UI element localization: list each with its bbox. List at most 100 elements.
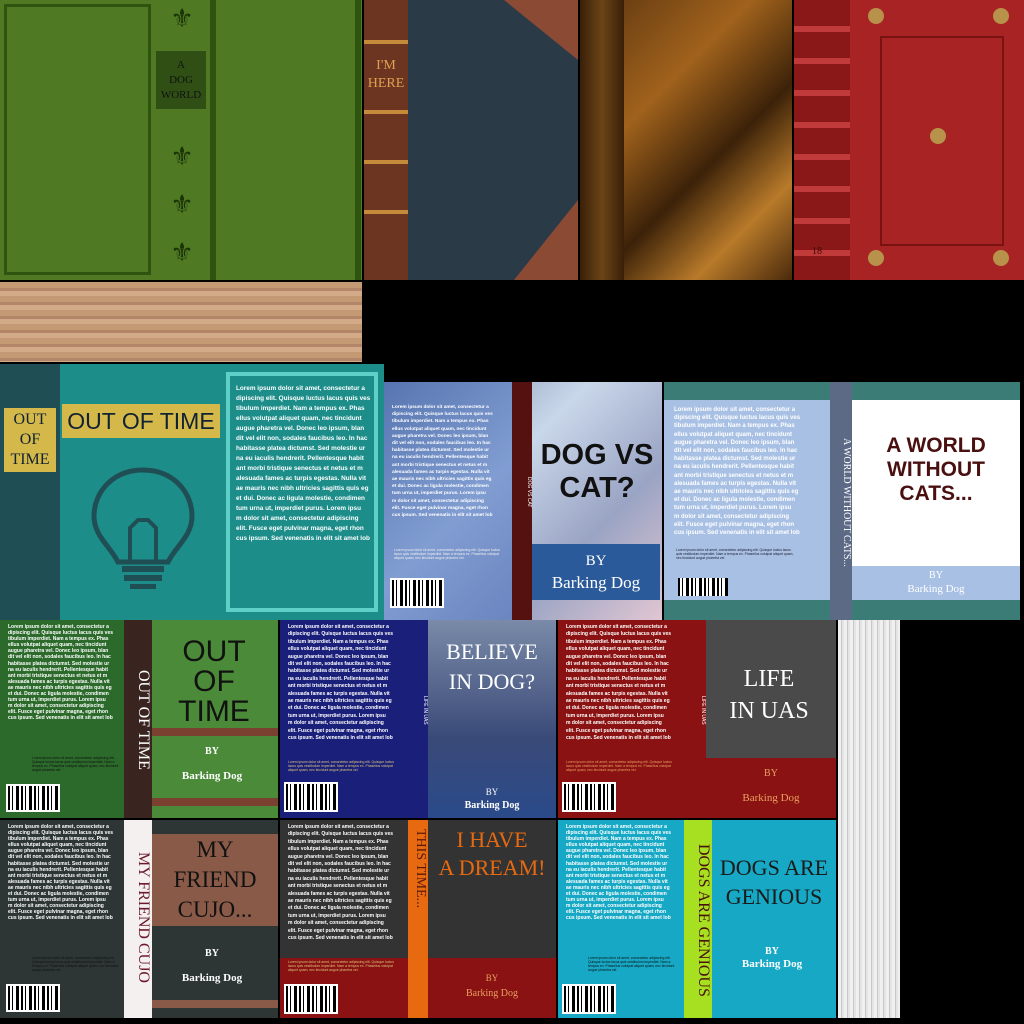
barcode: [6, 984, 60, 1012]
cover-out-of-time-small: Lorem ipsum dolor sit amet, consectetur …: [0, 620, 278, 818]
red-book-cover: 18: [794, 0, 1024, 280]
author-by: BY: [764, 767, 778, 779]
cover-i-have-a-dream: Lorem ipsum dolor sit amet, consectetur …: [280, 820, 556, 1018]
author-name: Barking Dog: [464, 799, 520, 811]
spine-band: [364, 110, 408, 114]
back-cover-panel: Lorem ipsum dolor sit amet, consectetur …: [558, 620, 688, 818]
cover-band: [152, 728, 278, 736]
fleur-de-lis-icon: ⚜: [170, 142, 194, 171]
leather-book-spine: [580, 0, 624, 280]
back-cover-text: Lorem ipsum dolor sit amet, consectetur …: [392, 405, 493, 519]
author-name: Barking Dog: [466, 987, 518, 999]
brass-stud-icon: [868, 8, 884, 24]
author-name: Barking Dog: [551, 573, 641, 592]
back-cover-panel: Lorem ipsum dolor sit amet, consectetur …: [384, 382, 512, 620]
fleur-de-lis-icon: ⚜: [170, 4, 194, 33]
cover-spine: LIFE IN UAS: [408, 620, 428, 818]
small-print: Lorem ipsum dolor sit amet, consectetur …: [32, 756, 119, 772]
small-print: Lorem ipsum dolor sit amet, consectetur …: [588, 956, 675, 972]
back-cover-panel: Lorem ipsum dolor sit amet, consectetur …: [0, 620, 124, 818]
back-cover-text: Lorem ipsum dolor sit amet, consectetur …: [566, 824, 672, 922]
author-name: Barking Dog: [181, 770, 243, 782]
spine-band: [364, 210, 408, 214]
back-cover-frame: Lorem ipsum dolor sit amet, consectetur …: [226, 372, 378, 612]
brass-stud-icon: [930, 128, 946, 144]
back-cover-text: Lorem ipsum dolor sit amet, consectetur …: [236, 385, 371, 542]
cover-spine: LIFE IN UAS: [688, 620, 706, 818]
brass-stud-icon: [993, 250, 1009, 266]
brass-stud-icon: [993, 8, 1009, 24]
author-name: Barking Dog: [741, 958, 803, 970]
leather-book-cover: [580, 0, 792, 280]
cover-band: [152, 1000, 278, 1008]
cover-title: MY FRIEND CUJO...: [173, 837, 257, 922]
back-cover-text: Lorem ipsum dolor sit amet, consectetur …: [674, 407, 801, 536]
cover-title: BELIEVE IN DOG?: [446, 639, 538, 694]
cover-title: DOGS ARE GENIOUS: [719, 855, 829, 909]
spine-title: THIS TIME...: [413, 829, 428, 909]
green-book-spine-ridge: [355, 0, 361, 280]
red-book-spine: [794, 0, 850, 280]
back-cover-text: Lorem ipsum dolor sit amet, consectetur …: [8, 624, 114, 722]
fleur-de-lis-icon: ⚜: [170, 238, 194, 267]
small-print: Lorem ipsum dolor sit amet, consectetur …: [676, 548, 794, 560]
green-book-title: A DOG WORLD: [156, 51, 206, 109]
cover-title: A WORLD WITHOUT CATS...: [886, 434, 986, 505]
barcode: [562, 782, 616, 812]
fleur-de-lis-icon: ⚜: [170, 190, 194, 219]
cover-dogs-are-genious: Lorem ipsum dolor sit amet, consectetur …: [558, 820, 836, 1018]
cover-dog-vs-cat: Lorem ipsum dolor sit amet, consectetur …: [384, 382, 662, 620]
author-by: BY: [485, 973, 499, 983]
barcode: [284, 782, 338, 812]
red-book-number: 18: [812, 246, 822, 257]
back-cover-panel: Lorem ipsum dolor sit amet, consectetur …: [664, 400, 830, 600]
spine-title: OUT OF TIME: [135, 670, 152, 770]
navy-book-corner: [504, 0, 578, 60]
navy-book-cover: I'M HERE: [364, 0, 578, 280]
author-by: BY: [585, 552, 607, 569]
barcode: [6, 784, 60, 812]
cover-spine: DOG VS CAT: [512, 382, 532, 620]
cover-my-friend-cujo: Lorem ipsum dolor sit amet, consectetur …: [0, 820, 278, 1018]
cover-spine: DOGS ARE GENIOUS: [684, 820, 712, 1018]
cover-band: [152, 798, 278, 806]
author-panel: BY Barking Dog: [532, 544, 660, 600]
author-name: Barking Dog: [907, 583, 965, 595]
cover-title: LIFE IN UAS: [729, 666, 809, 724]
cover-world-without-cats: Lorem ipsum dolor sit amet, consectetur …: [664, 382, 1020, 620]
barcode: [676, 576, 730, 598]
barcode: [284, 984, 338, 1014]
green-book-spine-ridge: [210, 0, 216, 280]
author-panel: BY Barking Dog: [852, 566, 1020, 600]
author-name: Barking Dog: [181, 972, 243, 984]
author-panel: BY Barking Dog: [706, 758, 836, 818]
author-by: BY: [205, 947, 219, 959]
green-book-border: [4, 4, 151, 275]
light-bulb-icon: [91, 467, 195, 589]
author-panel: BY Barking Dog: [428, 958, 556, 1018]
small-print: Lorem ipsum dolor sit amet, consectetur …: [32, 956, 119, 972]
cover-title: OUT OF TIME: [62, 404, 220, 438]
spine-title: LIFE IN UAS: [422, 695, 428, 725]
author-name: Barking Dog: [742, 792, 800, 804]
back-cover-text: Lorem ipsum dolor sit amet, consectetur …: [8, 824, 114, 922]
cover-spine: [0, 364, 60, 620]
cover-believe-in-dog: Lorem ipsum dolor sit amet, consectetur …: [280, 620, 556, 818]
back-cover-text: Lorem ipsum dolor sit amet, consectetur …: [288, 624, 394, 742]
cover-spine: MY FRIEND CUJO: [124, 820, 152, 1018]
cover-title: I HAVE A DREAM!: [438, 827, 546, 880]
author-by: BY: [485, 787, 499, 797]
author-by: BY: [929, 569, 943, 581]
spine-band: [364, 40, 408, 44]
small-print: Lorem ipsum dolor sit amet, consectetur …: [566, 760, 672, 772]
spine-title: OUT OF TIME: [4, 408, 56, 472]
page-edge-texture: [838, 620, 900, 1018]
back-cover-text: Lorem ipsum dolor sit amet, consectetur …: [288, 824, 394, 942]
back-cover-text: Lorem ipsum dolor sit amet, consectetur …: [566, 624, 672, 742]
author-by: BY: [205, 745, 219, 757]
small-print: Lorem ipsum dolor sit amet, consectetur …: [394, 548, 500, 560]
cover-out-of-time-large: OUT OF TIME OUT OF TIME Lorem ipsum dolo…: [0, 364, 384, 620]
cover-front-panel: BELIEVE IN DOG? BY Barking Dog: [428, 620, 556, 818]
small-print: Lorem ipsum dolor sit amet, consectetur …: [288, 960, 394, 972]
navy-book-spine: I'M HERE: [364, 0, 408, 280]
